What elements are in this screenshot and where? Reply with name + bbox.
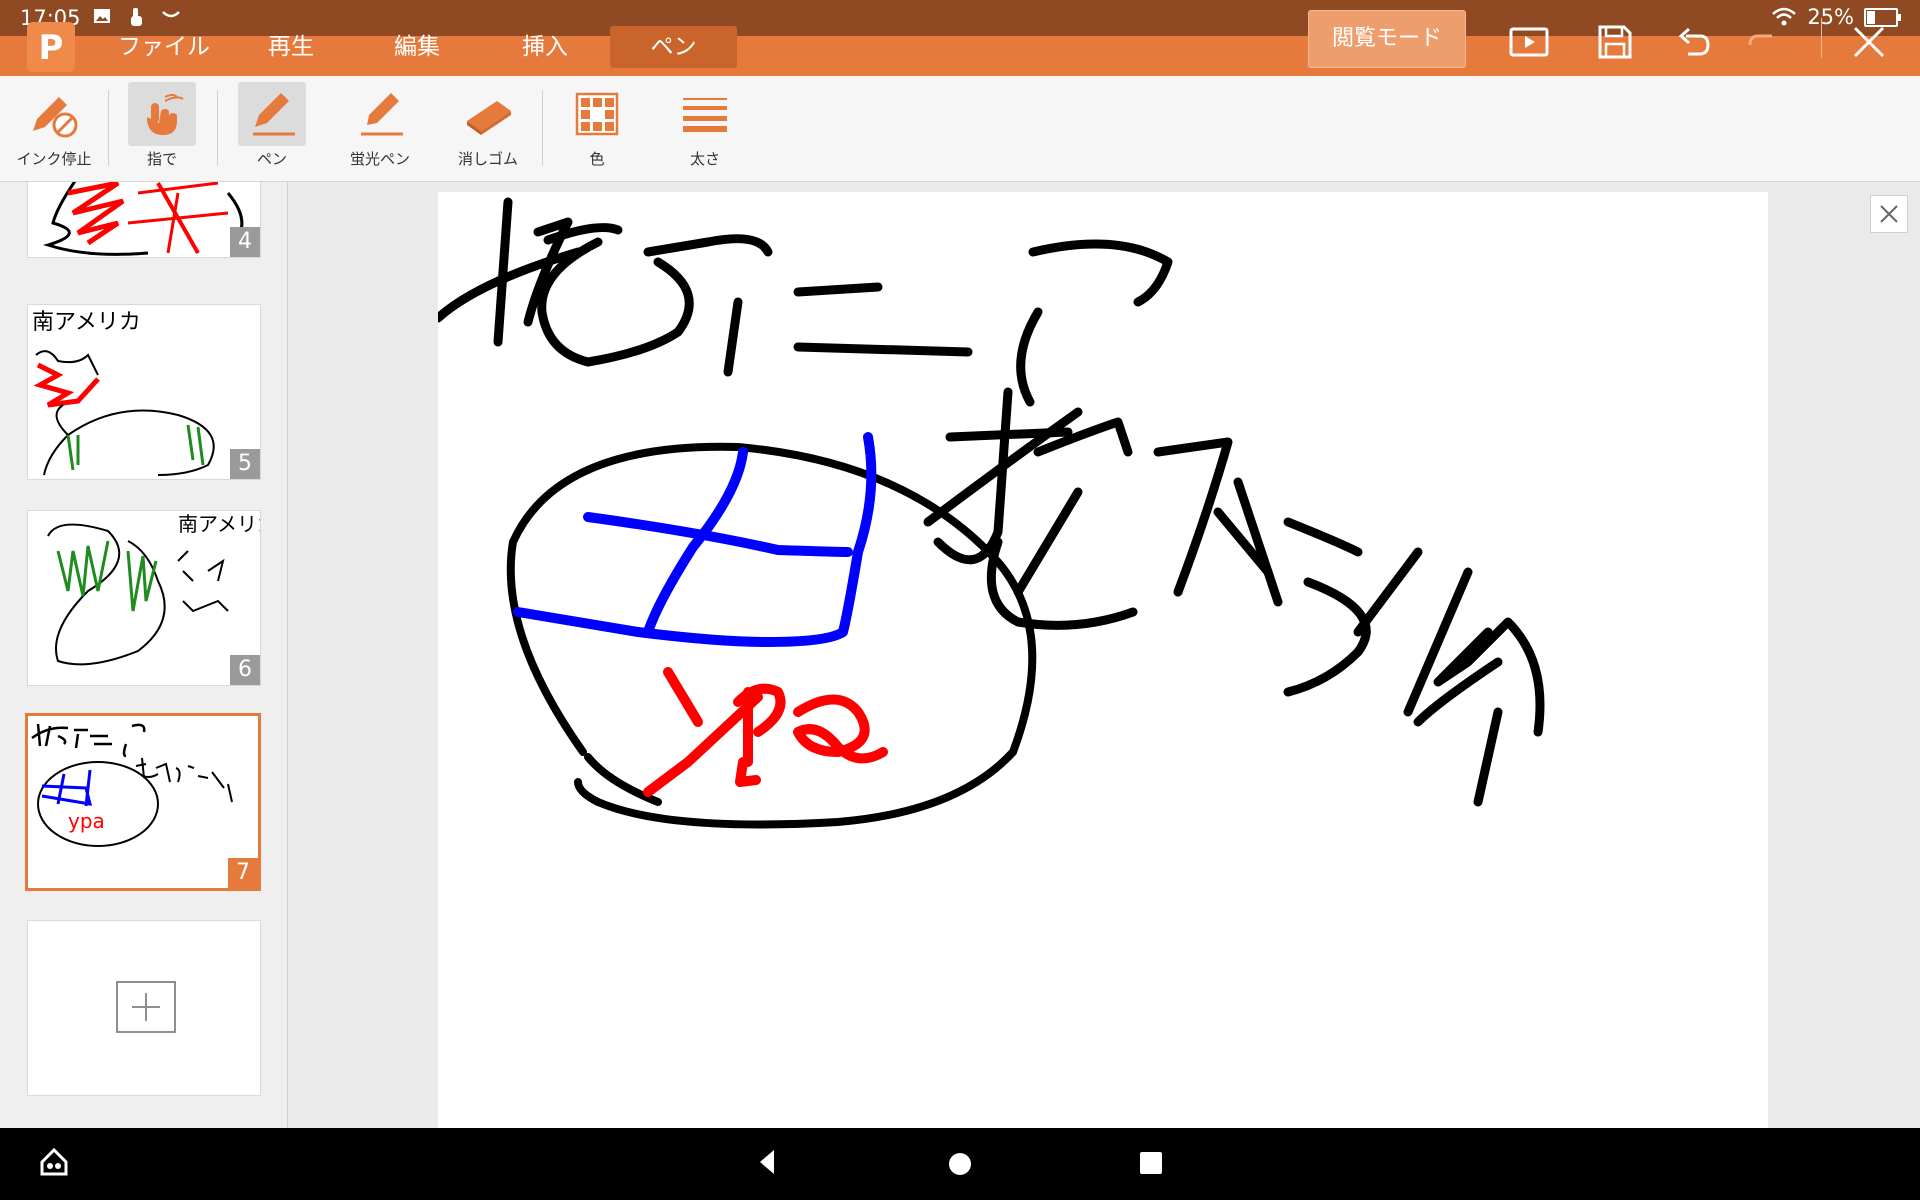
tool-finger[interactable]: 指で bbox=[110, 82, 214, 178]
tool-thickness[interactable]: 太さ bbox=[653, 82, 757, 178]
slide-6-drawing: 南アメリカ bbox=[47, 512, 277, 666]
eraser-icon bbox=[454, 82, 522, 146]
slide-5-text: 南アメリカ bbox=[32, 310, 141, 335]
slide-7-red-text: ypa bbox=[68, 809, 105, 833]
ribbon-divider bbox=[217, 90, 218, 166]
tool-eraser[interactable]: 消しゴム bbox=[436, 82, 540, 178]
android-nav-bar bbox=[0, 1128, 1920, 1200]
blue-grid bbox=[513, 432, 877, 647]
pen-toolbar: インク停止 指で ペン 蛍光ペン 消しゴム 色 太さ bbox=[0, 76, 1920, 182]
handwriting-top bbox=[433, 197, 1173, 407]
tool-highlighter[interactable]: 蛍光ペン bbox=[328, 82, 432, 178]
finger-touch-icon bbox=[128, 82, 196, 146]
tool-label: 消しゴム bbox=[457, 150, 518, 168]
slide-canvas[interactable] bbox=[433, 192, 1768, 1128]
close-app-icon[interactable] bbox=[1845, 18, 1893, 66]
tool-label: 指で bbox=[146, 150, 177, 168]
menu-play[interactable]: 再生 bbox=[252, 26, 330, 68]
line-thickness-icon bbox=[671, 82, 739, 146]
back-icon[interactable] bbox=[752, 1146, 784, 1182]
ink-stop-icon bbox=[20, 82, 88, 146]
home-icon[interactable] bbox=[946, 1150, 974, 1182]
image-notification-icon bbox=[94, 9, 110, 23]
slide-thumbnail-5[interactable]: 南アメリカ 5 bbox=[27, 304, 261, 480]
app-menu-bar: P ファイル 再生 編集 挿入 ペン 閲覧モード bbox=[0, 10, 1920, 76]
slide-number: 4 bbox=[230, 227, 260, 257]
save-icon[interactable] bbox=[1591, 18, 1639, 66]
slide-thumbnail-6[interactable]: 南アメリカ 6 bbox=[27, 510, 277, 686]
tool-color[interactable]: 色 bbox=[545, 82, 649, 178]
close-pane-icon[interactable] bbox=[1870, 195, 1908, 233]
recents-icon[interactable] bbox=[1138, 1150, 1164, 1180]
slide-thumbnail-4[interactable]: 4 bbox=[27, 182, 261, 258]
pen-icon bbox=[238, 82, 306, 146]
menu-file[interactable]: ファイル bbox=[110, 26, 218, 68]
highlighter-icon bbox=[346, 82, 414, 146]
tool-label: インク停止 bbox=[16, 150, 92, 168]
touch-notification-icon bbox=[131, 8, 142, 26]
slide-number: 5 bbox=[230, 449, 260, 479]
add-slide-plus-icon bbox=[116, 981, 176, 1033]
slide-number: 7 bbox=[228, 858, 258, 888]
tool-label: 色 bbox=[589, 150, 605, 168]
color-grid-icon bbox=[563, 82, 631, 146]
redo-icon[interactable] bbox=[1740, 18, 1788, 66]
slide-thumbnail-panel[interactable]: 4 南アメリカ 5 南アメリカ 6 ypa 7 bbox=[0, 182, 288, 1128]
minus-notification-icon bbox=[162, 11, 180, 18]
app-logo[interactable]: P bbox=[27, 22, 75, 72]
add-slide-button[interactable] bbox=[27, 920, 261, 1096]
slide-canvas-area[interactable] bbox=[288, 182, 1920, 1128]
status-notification-icons bbox=[92, 6, 182, 28]
slideshow-play-icon[interactable] bbox=[1505, 18, 1553, 66]
menu-edit[interactable]: 編集 bbox=[378, 26, 456, 68]
tool-label: ペン bbox=[256, 150, 287, 168]
slide-4-drawing bbox=[42, 182, 244, 256]
undo-icon[interactable] bbox=[1670, 18, 1718, 66]
menu-insert[interactable]: 挿入 bbox=[506, 26, 584, 68]
slide-5-drawing: 南アメリカ bbox=[32, 310, 215, 476]
slide-6-text: 南アメリカ bbox=[178, 512, 260, 536]
home-shortcut-icon[interactable] bbox=[38, 1146, 70, 1182]
ribbon-divider bbox=[108, 90, 109, 166]
tool-label: 太さ bbox=[689, 150, 720, 168]
ribbon-divider bbox=[542, 90, 543, 166]
slide-number: 6 bbox=[230, 655, 260, 685]
menubar-divider bbox=[1821, 18, 1822, 58]
ink-drawing[interactable] bbox=[433, 192, 1768, 1128]
menu-pen[interactable]: ペン bbox=[610, 26, 737, 68]
handwriting-red bbox=[643, 667, 888, 797]
slide-thumbnail-7[interactable]: ypa 7 bbox=[25, 713, 261, 891]
slide-7-drawing: ypa bbox=[31, 723, 233, 847]
tool-label: 蛍光ペン bbox=[349, 150, 410, 168]
tool-ink-stop[interactable]: インク停止 bbox=[2, 82, 106, 178]
reading-mode-button[interactable]: 閲覧モード bbox=[1308, 10, 1466, 68]
tool-pen[interactable]: ペン bbox=[220, 82, 324, 178]
